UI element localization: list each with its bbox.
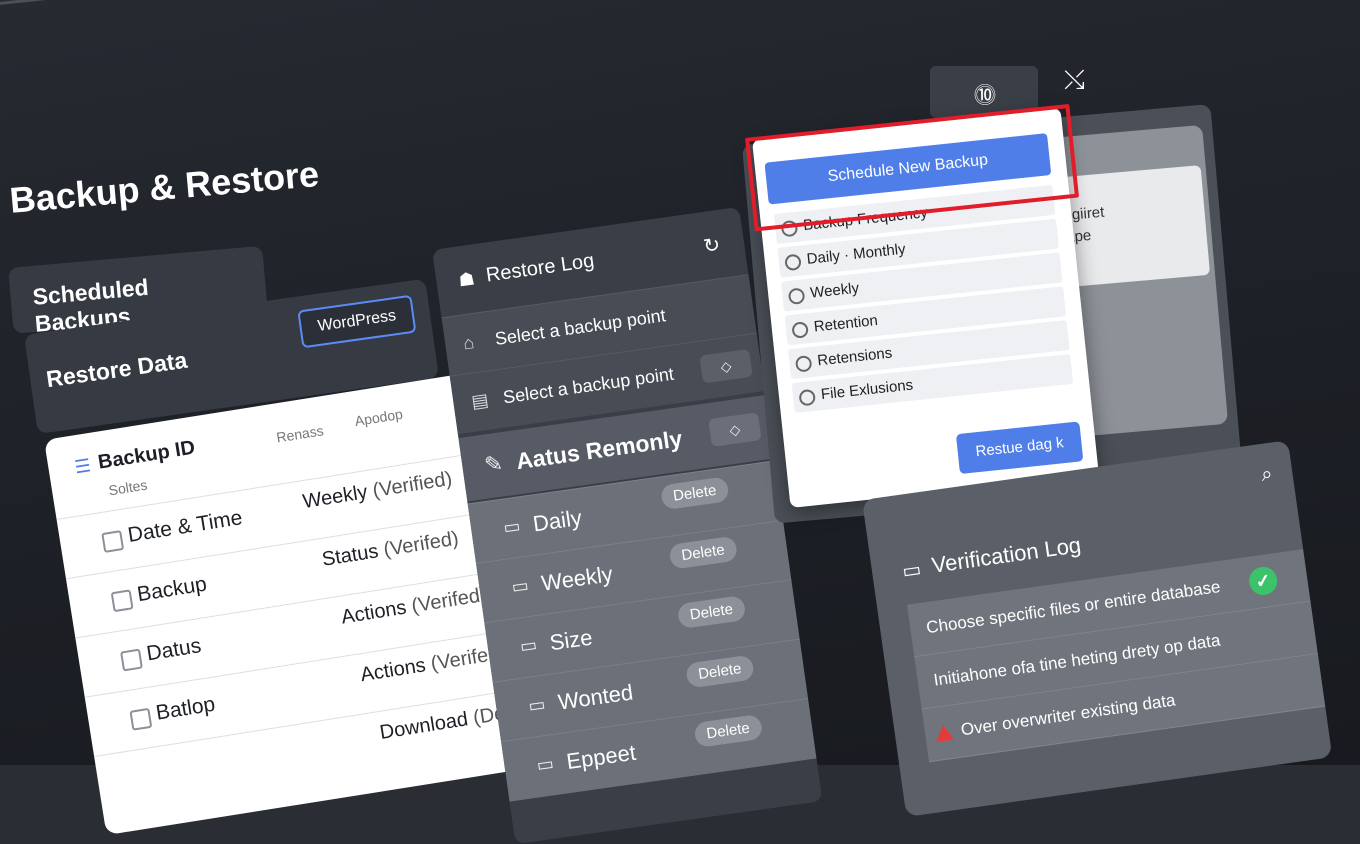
verification-log-title: Verification Log [930, 532, 1083, 578]
row-checkbox[interactable] [120, 648, 143, 672]
option-label: Retensions [816, 344, 893, 370]
warning-icon [934, 723, 955, 743]
row-name: Datus [144, 634, 203, 666]
edit-icon: ✎ [482, 450, 505, 478]
radio[interactable] [798, 388, 817, 407]
users-icon: ☗ [457, 268, 476, 291]
row-checkbox[interactable] [101, 530, 125, 553]
verification-log-panel: ⌕ ▭ Verification Log Choose specific fil… [862, 440, 1333, 817]
restore-log-title: Restore Log [484, 249, 596, 287]
row-value: Status (Verifed) [320, 527, 461, 571]
item-label: Eppeet [564, 739, 638, 775]
select-label: Select a backup point [501, 363, 676, 408]
col-header-3: Apodop [353, 405, 404, 430]
row-value: Weekly (Verified) [301, 467, 454, 514]
tag-icon[interactable]: ◇ [708, 412, 762, 447]
page-title: Backup & Restore [8, 152, 321, 221]
check-icon: ✓ [1247, 565, 1279, 597]
search-icon[interactable]: ⌕ [1260, 463, 1274, 487]
row-name: Batlop [154, 692, 217, 725]
radio[interactable] [784, 253, 802, 272]
option-label: Daily · Monthly [805, 240, 907, 268]
row-name: Backup [135, 572, 209, 607]
restore-apply-button[interactable]: Restue dag k [955, 421, 1084, 475]
row-checkbox[interactable] [129, 707, 153, 731]
item-label: Daily [531, 504, 584, 537]
aatus-label: Aatus Remonly [514, 425, 684, 475]
delete-button[interactable]: Delete [693, 713, 764, 749]
select-label: Select a backup point [493, 305, 667, 350]
user-tab-icon: ⓾ [974, 83, 997, 108]
delete-button[interactable]: Delete [667, 535, 739, 570]
app-screen: Backup & Restore Scheduled Backups Resto… [0, 0, 1360, 844]
folder-icon: ⌂ [461, 332, 476, 354]
list-icon: ☰ [73, 455, 93, 478]
clipboard-icon: ▭ [900, 558, 923, 583]
calendar-icon: ▭ [518, 634, 539, 657]
delete-button[interactable]: Delete [659, 476, 730, 511]
delete-button[interactable]: Delete [676, 595, 747, 630]
col-header-2: Renass [275, 422, 325, 446]
row-name: Date & Time [126, 506, 244, 547]
radio[interactable] [791, 321, 809, 339]
col-sub-label: Soltes [107, 476, 149, 499]
calendar-icon: ▭ [501, 515, 522, 538]
row-checkbox[interactable] [110, 589, 134, 613]
delete-button[interactable]: Delete [684, 654, 755, 689]
option-label: File Exlusions [820, 376, 914, 404]
wordpress-button[interactable]: WordPress [297, 294, 417, 349]
option-label: Retention [813, 311, 879, 336]
calendar-icon: ▭ [527, 693, 547, 716]
item-label: Wonted [556, 679, 635, 715]
document-icon: ▤ [470, 389, 490, 412]
radio[interactable] [794, 355, 813, 373]
calendar-icon: ▭ [510, 574, 530, 598]
col-backup-id: Backup ID [96, 436, 197, 474]
item-label: Weekly [539, 561, 615, 596]
close-icon[interactable]: ⤯ [1064, 64, 1085, 96]
radio[interactable] [787, 287, 806, 305]
item-label: Size [548, 624, 594, 656]
tag-icon[interactable]: ◇ [699, 348, 753, 384]
refresh-icon[interactable]: ↻ [702, 232, 722, 259]
option-label: Weekly [809, 279, 860, 302]
restore-data-label: Restore Data [44, 346, 189, 393]
